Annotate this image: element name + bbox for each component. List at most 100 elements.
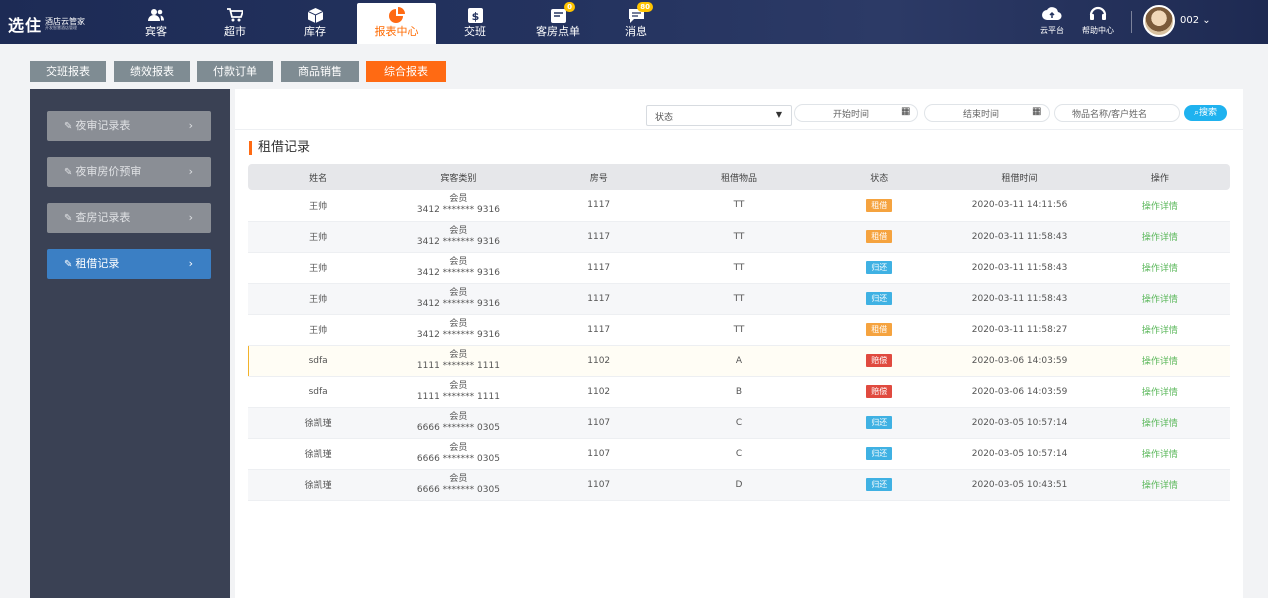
operation-details-link[interactable]: 操作详情 <box>1142 419 1178 429</box>
cell-room: 1107 <box>528 407 669 439</box>
cell-name: sdfa <box>248 345 389 377</box>
end-date-input[interactable]: 结束时间 ▦ <box>924 104 1050 122</box>
cell-room: 1117 <box>528 221 669 253</box>
cell-item: C <box>668 438 810 470</box>
nav-report-center[interactable]: 报表中心 <box>357 3 436 44</box>
cell-room: 1102 <box>528 376 669 408</box>
cell-action: 操作详情 <box>1089 252 1230 284</box>
cell-name: 王帅 <box>248 283 389 315</box>
avatar[interactable] <box>1143 5 1175 37</box>
tab-payment-orders[interactable]: 付款订单 <box>197 61 273 82</box>
table-header-row: 姓名 宾客类别 房号 租借物品 状态 租借时间 操作 <box>248 164 1230 190</box>
status-badge: 租借 <box>866 230 893 243</box>
status-badge: 归还 <box>866 292 893 305</box>
sidebar-item-night-audit[interactable]: ✎ 夜审记录表 › <box>47 111 211 141</box>
dollar-icon: $ <box>464 5 486 25</box>
cell-status: 租借 <box>809 221 950 253</box>
cell-guest-type: 会员 1111 ******* 1111 <box>388 345 529 377</box>
cell-name: 徐凯瑾 <box>248 407 389 439</box>
headset-icon <box>1078 5 1118 25</box>
sidebar-item-rental-records[interactable]: ✎ 租借记录 › <box>47 249 211 279</box>
chevron-right-icon: › <box>188 165 193 178</box>
guest-card-number: 1111 ******* 1111 <box>416 391 500 402</box>
sidebar-item-night-rate-review[interactable]: ✎ 夜审房价预审 › <box>47 157 211 187</box>
tab-performance-report[interactable]: 绩效报表 <box>114 61 190 82</box>
chevron-right-icon: › <box>188 211 193 224</box>
nav-room-order[interactable]: 0 客房点单 <box>528 2 588 44</box>
guest-card-number: 3412 ******* 9316 <box>416 298 500 309</box>
tab-product-sales[interactable]: 商品销售 <box>281 61 359 82</box>
table-row: 王帅 会员 3412 ******* 9316 1117 TT 归还 2020-03-11 … <box>248 252 1230 284</box>
keyword-search-input[interactable]: 物品名称/客户姓名 <box>1054 104 1180 122</box>
status-select[interactable]: 状态 ▼ <box>646 105 792 126</box>
cell-action: 操作详情 <box>1089 345 1230 377</box>
cell-room: 1117 <box>528 283 669 315</box>
pencil-icon: ✎ <box>64 213 73 224</box>
cell-time: 2020-03-05 10:57:14 <box>949 407 1090 439</box>
cell-name: 王帅 <box>248 252 389 284</box>
status-badge: 归还 <box>866 416 893 429</box>
nav-messages[interactable]: 80 消息 <box>613 2 659 44</box>
nav-inventory[interactable]: 库存 <box>292 3 338 44</box>
cell-time: 2020-03-11 14:11:56 <box>949 190 1090 222</box>
cell-time: 2020-03-05 10:43:51 <box>949 469 1090 501</box>
nav-guests[interactable]: 宾客 <box>133 3 179 44</box>
cell-room: 1107 <box>528 469 669 501</box>
operation-details-link[interactable]: 操作详情 <box>1142 450 1178 460</box>
operation-details-link[interactable]: 操作详情 <box>1142 264 1178 274</box>
guest-card-number: 3412 ******* 9316 <box>416 267 500 278</box>
cloud-platform-button[interactable]: 云平台 <box>1037 5 1067 36</box>
filter-divider <box>235 129 1243 130</box>
search-button[interactable]: ⌕搜索 <box>1184 105 1227 121</box>
column-header: 租借时间 <box>1001 173 1038 184</box>
cell-time: 2020-03-11 11:58:43 <box>949 221 1090 253</box>
pencil-icon: ✎ <box>64 259 73 270</box>
cell-action: 操作详情 <box>1089 221 1230 253</box>
user-menu[interactable]: 002 ⌄ <box>1180 15 1211 26</box>
cell-name: 王帅 <box>248 190 389 222</box>
content-panel: 状态 ▼ 开始时间 ▦ 结束时间 ▦ 物品名称/客户姓名 ⌕搜索 租借记录 姓名… <box>235 89 1243 598</box>
cell-name: 王帅 <box>248 221 389 253</box>
cell-item: TT <box>668 252 810 284</box>
nav-supermarket[interactable]: 超市 <box>212 3 258 44</box>
cell-status: 归还 <box>809 283 950 315</box>
guest-card-number: 6666 ******* 0305 <box>416 422 500 433</box>
guest-card-number: 3412 ******* 9316 <box>416 236 500 247</box>
sidebar-item-room-check[interactable]: ✎ 查房记录表 › <box>47 203 211 233</box>
table-row: 徐凯瑾 会员 6666 ******* 0305 1107 D 归还 2020-03-05 … <box>248 469 1230 501</box>
message-icon: 80 <box>625 2 653 25</box>
status-badge: 租借 <box>866 323 893 336</box>
operation-details-link[interactable]: 操作详情 <box>1142 388 1178 398</box>
operation-details-link[interactable]: 操作详情 <box>1142 295 1178 305</box>
cell-item: D <box>668 469 810 501</box>
cell-time: 2020-03-11 11:58:27 <box>949 314 1090 346</box>
logo-slogan: 开发智慧酒店管理 <box>45 25 78 30</box>
operation-details-link[interactable]: 操作详情 <box>1142 326 1178 336</box>
cell-time: 2020-03-05 10:57:14 <box>949 438 1090 470</box>
operation-details-link[interactable]: 操作详情 <box>1142 357 1178 367</box>
svg-text:$: $ <box>471 10 479 23</box>
operation-details-link[interactable]: 操作详情 <box>1142 233 1178 243</box>
help-center-button[interactable]: 帮助中心 <box>1078 5 1118 36</box>
cell-item: TT <box>668 283 810 315</box>
operation-details-link[interactable]: 操作详情 <box>1142 481 1178 491</box>
guest-card-number: 6666 ******* 0305 <box>416 453 500 464</box>
cell-action: 操作详情 <box>1089 376 1230 408</box>
tab-shift-report[interactable]: 交班报表 <box>30 61 106 82</box>
nav-shift[interactable]: $ 交班 <box>452 3 498 44</box>
cell-item: TT <box>668 221 810 253</box>
start-date-input[interactable]: 开始时间 ▦ <box>794 104 918 122</box>
cell-time: 2020-03-11 11:58:43 <box>949 252 1090 284</box>
cell-item: B <box>668 376 810 408</box>
operation-details-link[interactable]: 操作详情 <box>1142 202 1178 212</box>
cell-status: 归还 <box>809 252 950 284</box>
tab-comprehensive-report[interactable]: 综合报表 <box>366 61 446 82</box>
pie-chart-icon <box>386 5 408 25</box>
app-logo[interactable]: 选住 酒店云管家 开发智慧酒店管理 <box>8 12 85 36</box>
cell-guest-type: 会员 6666 ******* 0305 <box>388 407 529 439</box>
cell-name: 徐凯瑾 <box>248 438 389 470</box>
guest-type-label: 会员 <box>449 256 468 267</box>
column-header: 状态 <box>870 173 889 184</box>
sidebar: ✎ 夜审记录表 › ✎ 夜审房价预审 › ✎ 查房记录表 › ✎ 租借记录 › <box>30 89 230 598</box>
cell-name: 徐凯瑾 <box>248 469 389 501</box>
